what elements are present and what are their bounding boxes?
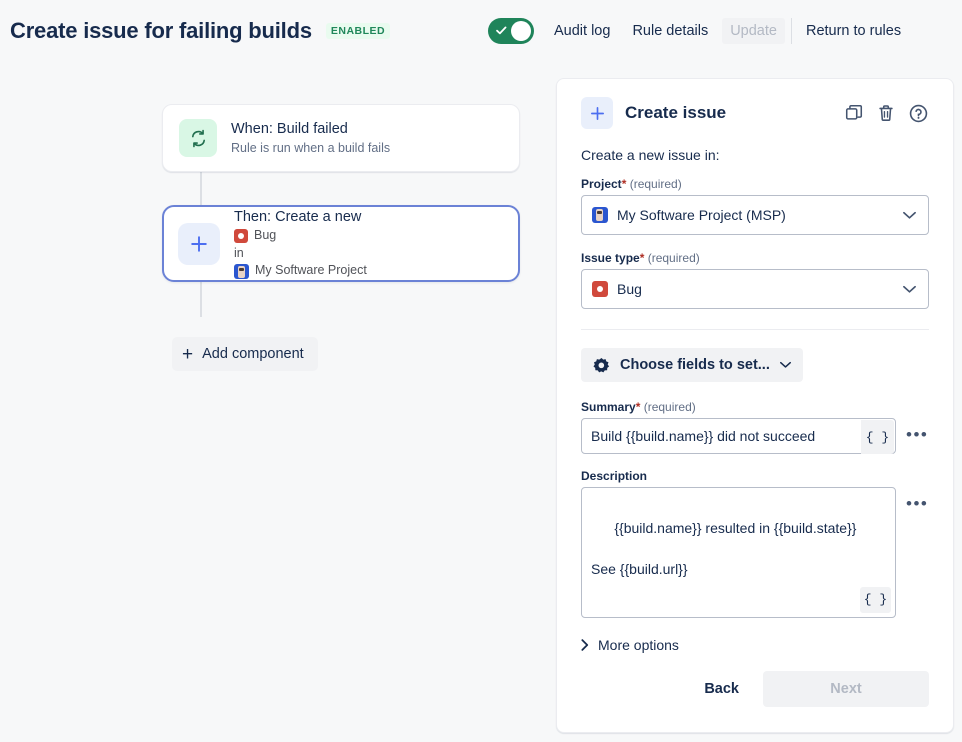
- more-options-label: More options: [598, 637, 679, 653]
- action-issue-type-row: Bug: [234, 228, 367, 244]
- add-component-label: Add component: [202, 346, 304, 362]
- issue-type-field-label: Issue type* (required): [581, 251, 700, 265]
- bug-icon: [234, 228, 248, 243]
- more-options-toggle[interactable]: More options: [581, 637, 929, 653]
- create-issue-plus-icon: [581, 97, 613, 129]
- bug-icon: [592, 281, 608, 297]
- check-icon: [496, 26, 507, 35]
- required-asterisk: *: [639, 251, 645, 265]
- chevron-right-icon: [581, 639, 589, 651]
- action-project-row: My Software Project: [234, 263, 367, 279]
- duplicate-icon[interactable]: [844, 103, 864, 123]
- description-row: {{build.name}} resulted in {{build.state…: [581, 487, 929, 618]
- action-title: Then: Create a new: [234, 209, 362, 225]
- build-failed-icon: [179, 119, 217, 157]
- chevron-down-icon: [779, 361, 791, 368]
- panel-title: Create issue: [625, 103, 727, 122]
- rule-canvas: When: Build failed Rule is run when a bu…: [0, 62, 556, 742]
- rule-details-button[interactable]: Rule details: [624, 18, 716, 44]
- description-more-icon[interactable]: •••: [906, 495, 928, 512]
- summary-row: Build {{build.name}} did not succeed { }…: [581, 418, 929, 454]
- audit-log-button[interactable]: Audit log: [546, 18, 618, 44]
- choose-fields-button[interactable]: Choose fields to set...: [581, 348, 803, 382]
- action-card[interactable]: Then: Create a new Bug in My Software Pr…: [162, 205, 520, 282]
- summary-field-label: Summary* (required): [581, 400, 696, 414]
- action-project: My Software Project: [255, 263, 367, 278]
- project-select-value: My Software Project (MSP): [617, 207, 786, 223]
- header-divider: [790, 18, 792, 44]
- required-asterisk: *: [621, 177, 627, 191]
- required-asterisk: *: [635, 400, 641, 414]
- status-badge: ENABLED: [325, 23, 391, 39]
- summary-more-icon[interactable]: •••: [906, 426, 928, 443]
- action-issue-type: Bug: [254, 228, 277, 243]
- plus-icon: +: [182, 343, 194, 365]
- project-avatar-icon: [592, 207, 608, 223]
- return-to-rules-button[interactable]: Return to rules: [798, 18, 909, 44]
- add-component-button[interactable]: + Add component: [172, 337, 318, 371]
- trigger-card-text: When: Build failed Rule is run when a bu…: [231, 120, 390, 157]
- project-avatar-icon: [234, 263, 249, 279]
- panel-header: Create issue: [581, 79, 929, 147]
- description-textarea[interactable]: {{build.name}} resulted in {{build.state…: [581, 487, 896, 618]
- trash-icon[interactable]: [876, 103, 896, 123]
- description-field-label: Description: [581, 469, 648, 483]
- smart-value-icon[interactable]: { }: [860, 587, 891, 613]
- required-hint: (required): [643, 400, 696, 414]
- action-card-text: Then: Create a new Bug in My Software Pr…: [234, 208, 367, 279]
- panel-footer: Back Next: [581, 671, 929, 707]
- rule-enabled-toggle[interactable]: [488, 18, 534, 44]
- trigger-card[interactable]: When: Build failed Rule is run when a bu…: [162, 104, 520, 172]
- page-header: Create issue for failing builds ENABLED …: [0, 0, 962, 62]
- back-button[interactable]: Back: [688, 671, 755, 707]
- issue-type-select-value: Bug: [617, 281, 642, 297]
- project-field-label: Project* (required): [581, 177, 682, 191]
- required-hint: (required): [647, 251, 700, 265]
- panel-action-icons: [844, 103, 929, 124]
- required-hint: (required): [629, 177, 682, 191]
- issue-type-select[interactable]: Bug: [581, 269, 929, 309]
- update-button: Update: [722, 18, 785, 44]
- trigger-title: When: Build failed: [231, 120, 348, 137]
- panel-divider: [581, 329, 929, 330]
- choose-fields-label: Choose fields to set...: [620, 357, 770, 373]
- connector-line: [200, 282, 202, 317]
- toggle-knob: [511, 21, 531, 41]
- action-in-word: in: [234, 245, 244, 260]
- next-button: Next: [763, 671, 929, 707]
- page-title: Create issue for failing builds: [10, 18, 312, 43]
- project-select[interactable]: My Software Project (MSP): [581, 195, 929, 235]
- description-textarea-value: {{build.name}} resulted in {{build.state…: [591, 520, 857, 577]
- chevron-down-icon: [903, 211, 916, 219]
- trigger-subtitle: Rule is run when a build fails: [231, 140, 391, 155]
- gear-icon: [593, 357, 610, 372]
- summary-input-value: Build {{build.name}} did not succeed: [591, 428, 816, 444]
- help-icon[interactable]: [908, 103, 929, 124]
- create-issue-panel: Create issue Create a new issue in: Proj…: [556, 78, 954, 733]
- summary-input[interactable]: Build {{build.name}} did not succeed { }: [581, 418, 896, 454]
- chevron-down-icon: [903, 285, 916, 293]
- connector-line: [200, 172, 202, 205]
- create-issue-plus-icon: [178, 222, 220, 265]
- panel-subhead: Create a new issue in:: [581, 147, 720, 163]
- smart-value-icon[interactable]: { }: [861, 420, 894, 454]
